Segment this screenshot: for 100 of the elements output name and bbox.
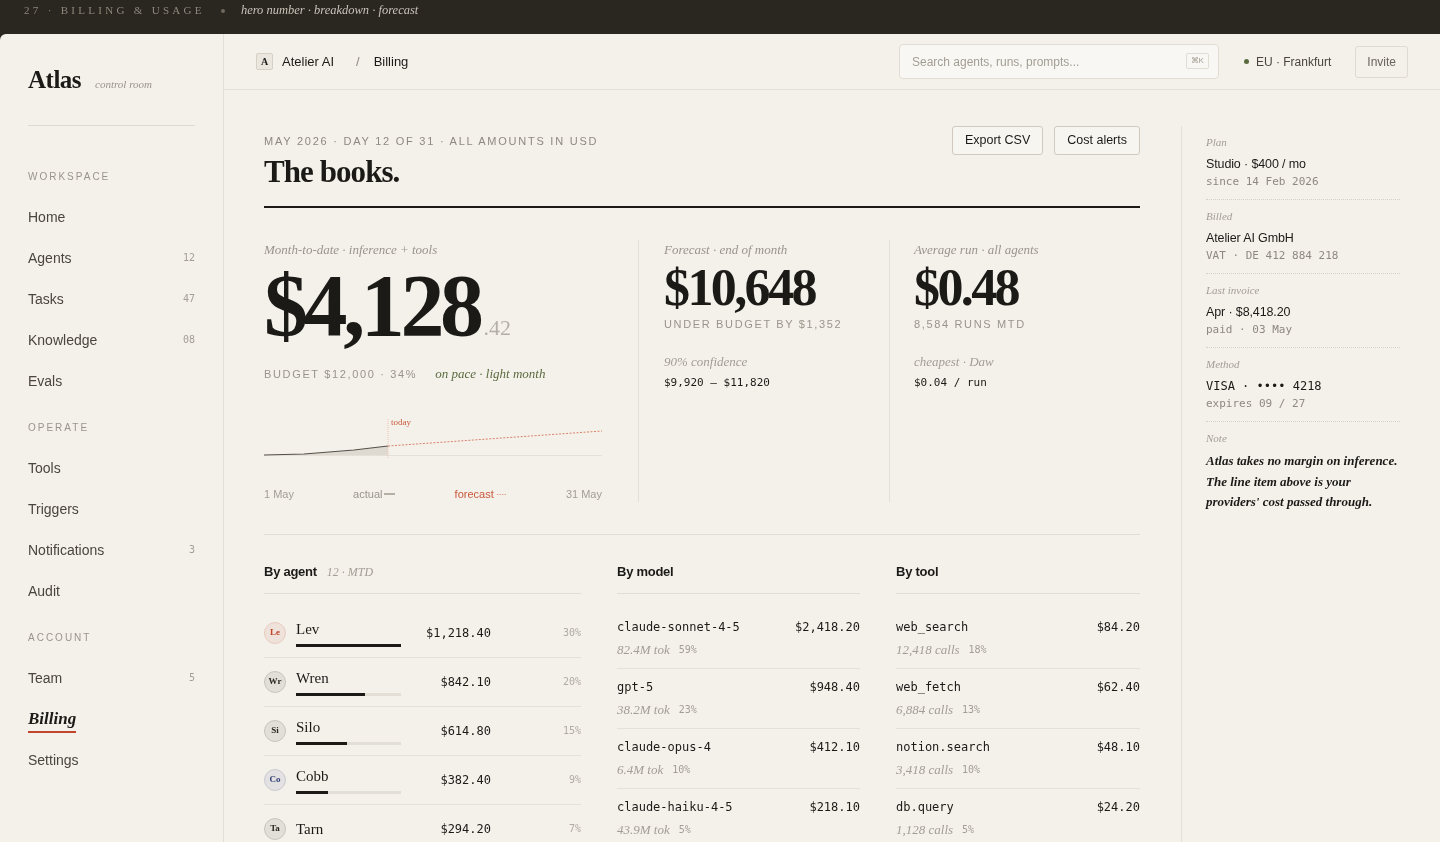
agent-share: 20% xyxy=(561,675,581,689)
agent-name: Silo xyxy=(296,717,322,736)
item-share: 10% xyxy=(672,763,691,777)
nav-link[interactable]: Billing xyxy=(28,708,77,733)
item-name: db.query xyxy=(896,800,954,814)
agent-amount: $1,218.40 xyxy=(424,625,491,641)
region-label: EU · Frankfurt xyxy=(1255,53,1332,70)
nav-link[interactable]: Tasks xyxy=(28,289,64,308)
detail-label: Plan xyxy=(1206,135,1228,149)
item-usage: 6.4M tok xyxy=(617,762,664,778)
nav-link[interactable]: Team xyxy=(28,668,63,687)
page-eyebrow: MAY 2026 · DAY 12 OF 31 · ALL AMOUNTS IN USD xyxy=(264,135,599,147)
today-label: today xyxy=(391,417,411,427)
nav-link[interactable]: Settings xyxy=(28,750,79,769)
stat-note: 8,584 RUNS MTD xyxy=(914,317,1027,331)
note-text: Atlas takes no margin on inference. The line item above is your providers' cost passed through. xyxy=(1206,452,1399,511)
agent-amount: $382.40 xyxy=(439,772,491,788)
page-title: The books. xyxy=(264,154,401,190)
item-name: notion.search xyxy=(896,740,990,754)
item-name: web_fetch xyxy=(896,680,962,694)
detail-value: Atelier AI GmbH xyxy=(1206,230,1295,246)
item-count: 5 xyxy=(188,671,195,684)
item-amount: $412.10 xyxy=(809,740,860,754)
budget-text: BUDGET $12,000 · 34% xyxy=(264,367,418,381)
item-usage: 12,418 calls xyxy=(896,642,960,658)
detail-label: Note xyxy=(1206,431,1228,445)
action-button[interactable]: Export CSV xyxy=(951,126,1044,155)
item-usage: 3,418 calls xyxy=(896,762,954,778)
item-share: 59% xyxy=(678,643,697,657)
stat-detail-value: $0.04 / run xyxy=(914,376,988,390)
item-amount: $948.40 xyxy=(809,680,860,694)
detail-value: VISA · •••• 4218 xyxy=(1206,378,1323,394)
item-name: claude-sonnet-4-5 xyxy=(617,620,740,634)
detail-label: Billed xyxy=(1206,209,1234,223)
stat-detail-value: $9,920 — $11,820 xyxy=(664,376,771,390)
nav-link[interactable]: Tools xyxy=(28,458,61,477)
breadcrumb-separator: / xyxy=(356,53,360,70)
stat-amount: $0.48 xyxy=(914,262,1018,314)
item-share: 5% xyxy=(678,823,691,837)
brand-tagline: control room xyxy=(95,77,152,91)
nav-link[interactable]: Notifications xyxy=(28,540,105,559)
agent-share: 15% xyxy=(561,724,581,738)
nav-link[interactable]: Audit xyxy=(28,581,60,600)
agent-amount: $842.10 xyxy=(439,674,491,690)
strip-title: 27 · BILLING & USAGE xyxy=(24,3,205,17)
section-heading: By model xyxy=(617,563,674,581)
pace-status: on pace · light month xyxy=(435,367,546,381)
item-usage: 82.4M tok xyxy=(617,642,670,658)
nav-link[interactable]: Evals xyxy=(28,371,63,390)
detail-value: Apr · $8,418.20 xyxy=(1206,304,1292,320)
shortcut-hint: ⌘K xyxy=(1185,53,1209,69)
section-heading: By tool xyxy=(896,563,939,581)
agent-name: Wren xyxy=(296,668,330,687)
agent-name: Cobb xyxy=(296,766,330,785)
nav-link[interactable]: Agents xyxy=(28,248,72,267)
item-share: 10% xyxy=(962,763,981,777)
item-amount: $84.20 xyxy=(1096,620,1140,634)
workspace-initial: A xyxy=(256,53,273,70)
agent-avatar: Wr xyxy=(264,671,286,693)
item-count: 47 xyxy=(182,292,195,305)
item-amount: $24.20 xyxy=(1096,800,1140,814)
item-amount: $218.10 xyxy=(809,800,860,814)
dot-separator-icon xyxy=(220,9,225,13)
stat-label: Forecast · end of month xyxy=(664,241,789,259)
breadcrumb-link[interactable]: Atelier AI xyxy=(282,53,335,70)
agent-share: 30% xyxy=(561,626,581,640)
brand-logo: Atlas xyxy=(28,66,82,94)
axis-start-label: 1 May xyxy=(264,487,294,501)
detail-label: Method xyxy=(1206,357,1241,371)
legend-label: forecast xyxy=(454,487,494,501)
item-usage: 43.9M tok xyxy=(617,822,670,838)
item-usage: 1,128 calls xyxy=(896,822,954,838)
agent-name: Tarn xyxy=(296,820,325,838)
agent-avatar: Le xyxy=(264,622,286,644)
detail-value: Studio · $400 / mo xyxy=(1206,156,1307,172)
item-share: 13% xyxy=(962,703,981,717)
stat-detail-label: 90% confidence xyxy=(664,353,749,371)
item-name: gpt-5 xyxy=(617,680,654,694)
item-share: 5% xyxy=(962,823,975,837)
item-usage: 38.2M tok xyxy=(617,702,670,718)
agent-avatar: Ta xyxy=(264,818,286,840)
nav-section-label: OPERATE xyxy=(28,421,91,435)
strip-subtitle: hero number · breakdown · forecast xyxy=(240,3,419,17)
item-name: web_search xyxy=(896,620,969,634)
detail-meta: VAT · DE 412 884 218 xyxy=(1206,249,1340,263)
nav-link[interactable]: Knowledge xyxy=(28,330,98,349)
invite-button[interactable]: Invite xyxy=(1355,45,1408,78)
stat-label: Average run · all agents xyxy=(914,241,1040,259)
agent-name: Lev xyxy=(296,619,321,638)
item-amount: $62.40 xyxy=(1096,680,1140,694)
section-meta: 12 · MTD xyxy=(326,564,374,581)
item-count: 12 xyxy=(182,251,195,264)
detail-meta: expires 09 / 27 xyxy=(1206,397,1307,411)
nav-link[interactable]: Triggers xyxy=(28,499,79,518)
legend-label: actual xyxy=(353,487,383,501)
dashed-line-icon xyxy=(496,493,507,495)
action-button[interactable]: Cost alerts xyxy=(1054,126,1140,155)
stat-label: Month-to-date · inference + tools xyxy=(264,241,439,259)
nav-link[interactable]: Home xyxy=(28,207,66,226)
agent-share: 7% xyxy=(567,822,581,836)
